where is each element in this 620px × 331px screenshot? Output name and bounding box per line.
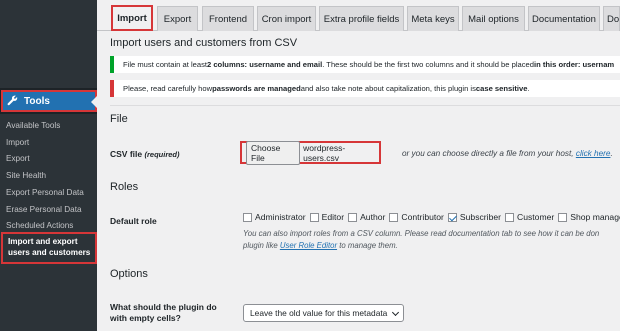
- notice-columns-text-c: . These should be the first two columns …: [322, 60, 534, 69]
- submenu-active-line1: Import and export: [8, 237, 78, 246]
- submenu-item-export[interactable]: Export: [6, 154, 30, 163]
- role-administrator-label: Administrator: [255, 212, 306, 222]
- submenu-item-site-health[interactable]: Site Health: [6, 171, 46, 180]
- notice-passwords-text-b: passwords are managed: [212, 84, 301, 93]
- role-shop-manager[interactable]: Shop manager: [558, 212, 620, 222]
- role-contributor-checkbox[interactable]: [389, 212, 399, 222]
- role-subscriber-label: Subscriber: [459, 212, 501, 222]
- section-options-title: Options: [110, 268, 148, 280]
- csv-file-input[interactable]: Choose File wordpress-users.csv: [240, 140, 381, 165]
- submenu-item-available-tools[interactable]: Available Tools: [6, 121, 60, 130]
- roles-description-text-b: to manage them.: [337, 241, 398, 250]
- chevron-down-icon: [391, 308, 400, 317]
- submenu-item-import[interactable]: Import: [6, 138, 29, 147]
- current-menu-arrow: [91, 96, 97, 108]
- tab-frontend[interactable]: Frontend: [202, 6, 254, 31]
- section-roles-title: Roles: [110, 181, 139, 193]
- tab-meta-keys[interactable]: Meta keys: [407, 6, 459, 31]
- role-customer[interactable]: Customer: [505, 212, 554, 222]
- click-here-link[interactable]: click here: [576, 149, 611, 158]
- tab-documentation[interactable]: Documentation: [528, 6, 600, 31]
- sidebar-top-area: [0, 0, 97, 88]
- role-contributor-label: Contributor: [401, 212, 444, 222]
- user-role-editor-link[interactable]: User Role Editor: [280, 241, 337, 250]
- role-author-checkbox[interactable]: [348, 212, 358, 222]
- roles-description-line1: You can also import roles from a CSV col…: [243, 229, 600, 238]
- role-shop-manager-label: Shop manager: [570, 212, 620, 222]
- submenu-item-import-export-users[interactable]: Import and export users and customers: [1, 232, 97, 264]
- role-subscriber-checkbox[interactable]: [447, 212, 457, 222]
- role-author-label: Author: [360, 212, 386, 222]
- tab-export[interactable]: Export: [157, 6, 198, 31]
- role-administrator[interactable]: Administrator: [243, 212, 306, 222]
- default-role-options: Administrator Editor Author Contributor …: [243, 212, 620, 222]
- notice-passwords-text-d: case sensitive: [475, 84, 528, 93]
- role-subscriber[interactable]: Subscriber: [447, 212, 501, 222]
- empty-cells-select[interactable]: Leave the old value for this metadata: [243, 304, 404, 322]
- role-author[interactable]: Author: [348, 212, 385, 222]
- notice-passwords-text-e: .: [527, 84, 530, 93]
- empty-cells-label-line1: What should the plugin do: [110, 302, 217, 312]
- host-file-hint: or you can choose directly a file from y…: [402, 149, 613, 158]
- csv-file-label: CSV file (required): [110, 149, 180, 159]
- tab-donate[interactable]: Do: [603, 6, 620, 31]
- notice-columns-text-b: 2 columns: username and email: [207, 60, 323, 69]
- submenu-item-export-personal-data[interactable]: Export Personal Data: [6, 188, 84, 197]
- notice-passwords-text-a: Please, read carefully how: [123, 84, 213, 93]
- empty-cells-label: What should the plugin do with empty cel…: [110, 302, 217, 324]
- csv-file-label-text: CSV file: [110, 149, 143, 159]
- role-editor[interactable]: Editor: [309, 212, 345, 222]
- divider: [110, 105, 620, 106]
- page-title: Import users and customers from CSV: [110, 37, 298, 49]
- role-administrator-checkbox[interactable]: [243, 212, 252, 222]
- selected-file-name: wordpress-users.csv: [303, 142, 346, 163]
- empty-cells-label-line2: with empty cells?: [110, 313, 181, 323]
- csv-file-required: (required): [144, 150, 180, 159]
- submenu-item-scheduled-actions[interactable]: Scheduled Actions: [6, 221, 73, 230]
- role-editor-checkbox[interactable]: [309, 212, 319, 222]
- sidebar-item-tools-label: Tools: [24, 95, 50, 107]
- role-shop-manager-checkbox[interactable]: [558, 212, 568, 222]
- section-file-title: File: [110, 113, 128, 125]
- submenu-active-line2: users and customers: [8, 248, 91, 257]
- notice-columns-text-a: File must contain at least: [123, 60, 207, 69]
- role-editor-label: Editor: [321, 212, 345, 222]
- role-customer-label: Customer: [517, 212, 555, 222]
- tab-import[interactable]: Import: [111, 5, 153, 31]
- tab-extra-profile-fields[interactable]: Extra profile fields: [319, 6, 404, 31]
- admin-sidebar: Tools Available Tools Import Export Site…: [0, 0, 97, 331]
- wrench-icon: [7, 95, 18, 106]
- notice-passwords: Please, read carefully how passwords are…: [110, 80, 620, 97]
- host-file-hint-text: or you can choose directly a file from y…: [402, 149, 574, 158]
- roles-description-text-a: plugin like: [243, 241, 280, 250]
- empty-cells-selected-value: Leave the old value for this metadata: [250, 308, 388, 318]
- tab-cron-import[interactable]: Cron import: [257, 6, 316, 31]
- notice-passwords-text-c: and also take note about capitalization,…: [300, 84, 476, 93]
- notice-columns-text-d: in this order: usernam: [534, 60, 615, 69]
- default-role-label: Default role: [110, 216, 157, 226]
- host-file-hint-period: .: [610, 149, 613, 158]
- sidebar-item-tools[interactable]: Tools: [1, 90, 97, 112]
- role-contributor[interactable]: Contributor: [389, 212, 444, 222]
- role-customer-checkbox[interactable]: [505, 212, 514, 222]
- roles-description-line2: plugin like User Role Editor to manage t…: [243, 241, 398, 250]
- tab-mail-options[interactable]: Mail options: [462, 6, 525, 31]
- notice-columns: File must contain at least 2 columns: us…: [110, 56, 620, 73]
- choose-file-button[interactable]: Choose File: [246, 140, 301, 165]
- nav-tab-wrapper: Import Export Frontend Cron import Extra…: [97, 0, 620, 31]
- submenu-item-erase-personal-data[interactable]: Erase Personal Data: [6, 205, 82, 214]
